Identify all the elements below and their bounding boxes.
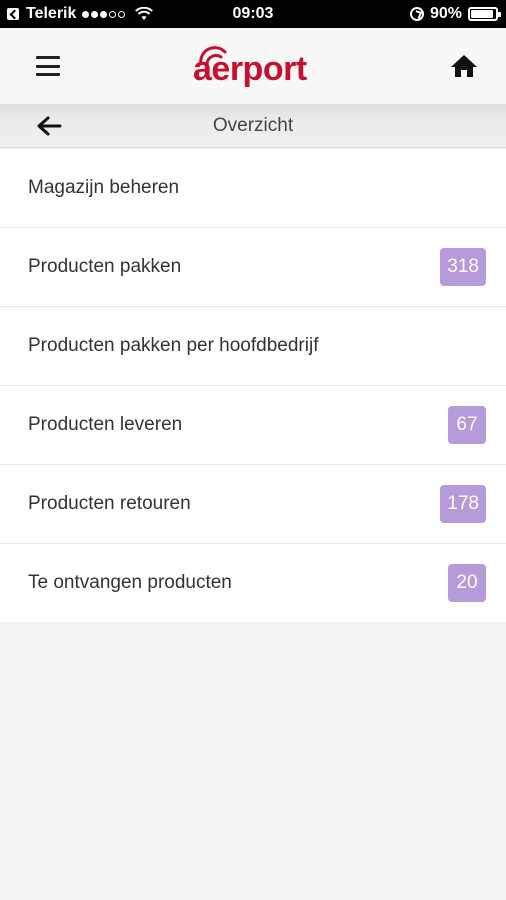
list-item-label: Te ontvangen producten (28, 572, 232, 593)
list-item-producten-retouren[interactable]: Producten retouren 178 (0, 465, 506, 544)
list-item-label: Producten leveren (28, 414, 183, 435)
count-badge: 67 (448, 406, 486, 444)
list-item-producten-pakken-per-hoofdbedrijf[interactable]: Producten pakken per hoofdbedrijf (0, 307, 506, 386)
status-bar: Telerik 09:03 90% (0, 0, 506, 28)
list-item-magazijn-beheren[interactable]: Magazijn beheren (0, 149, 506, 228)
list-item-producten-leveren[interactable]: Producten leveren 67 (0, 386, 506, 465)
signal-strength-icon (82, 10, 126, 18)
list-item-te-ontvangen-producten[interactable]: Te ontvangen producten 20 (0, 544, 506, 622)
overview-menu-list: Magazijn beheren Producten pakken 318 Pr… (0, 149, 506, 622)
aerport-logo: aerport (193, 42, 307, 86)
home-icon[interactable] (450, 54, 478, 78)
back-to-app-icon[interactable] (7, 8, 19, 20)
list-item-producten-pakken[interactable]: Producten pakken 318 (0, 228, 506, 307)
rotation-lock-icon (409, 7, 424, 21)
count-badge: 178 (440, 485, 486, 523)
arrow-left-icon[interactable] (36, 115, 62, 137)
battery-percentage: 90% (429, 5, 462, 22)
count-badge: 318 (440, 248, 486, 286)
list-item-label: Magazijn beheren (28, 177, 180, 198)
wifi-icon (135, 7, 154, 20)
carrier-name: Telerik (26, 5, 77, 22)
list-item-label: Producten pakken per hoofdbedrijf (28, 335, 319, 356)
page-title: Overzicht (212, 115, 294, 136)
count-badge: 20 (448, 564, 486, 602)
list-item-label: Producten pakken (28, 256, 182, 277)
list-item-label: Producten retouren (28, 493, 191, 514)
battery-icon (468, 7, 501, 21)
sub-header: Overzicht (0, 104, 506, 148)
app-header: aerport (0, 28, 506, 104)
signal-arcs-icon (199, 46, 227, 66)
hamburger-icon[interactable] (36, 56, 60, 76)
